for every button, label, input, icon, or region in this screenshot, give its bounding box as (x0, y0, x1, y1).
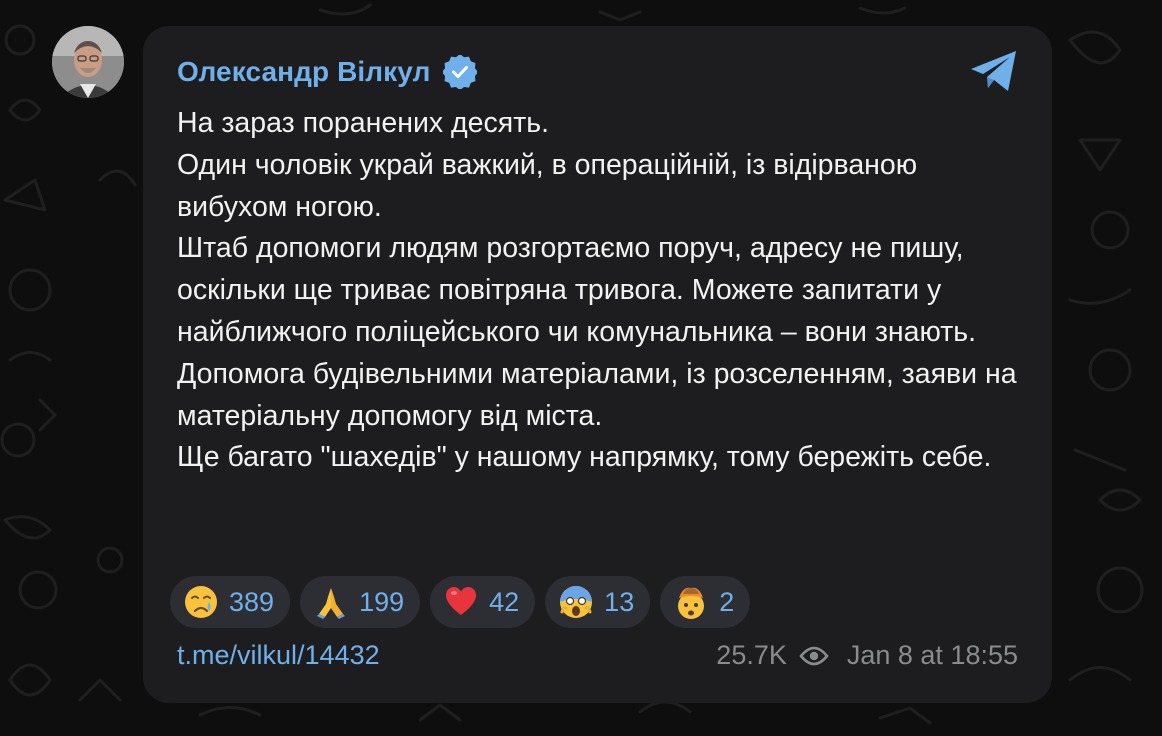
reaction-crying[interactable]: 389 (170, 576, 291, 628)
reaction-count: 42 (489, 586, 520, 617)
telegram-logo-icon[interactable] (968, 48, 1020, 94)
exploding-head-icon (678, 587, 705, 619)
reaction-count: 13 (604, 586, 635, 617)
author-avatar[interactable] (52, 26, 124, 98)
red-heart-icon (446, 587, 477, 615)
post-link[interactable]: t.me/vilkul/14432 (177, 640, 380, 671)
reaction-scream[interactable]: 13 (545, 576, 651, 628)
reaction-pray[interactable]: 199 (300, 576, 421, 628)
message-text: На зараз поранених десять. Один чоловік … (177, 103, 1027, 479)
eye-icon (799, 646, 829, 665)
reactions-bar: 389 199 42 13 2 (170, 576, 751, 628)
post-timestamp: Jan 8 at 18:55 (846, 640, 1018, 670)
reaction-heart[interactable]: 42 (430, 576, 536, 628)
message-paragraph: Допомога будівельними матеріалами, із ро… (177, 357, 1017, 432)
message-paragraph: Один чоловік украй важкий, в операційній… (177, 148, 918, 223)
avatar-photo (52, 26, 124, 98)
reaction-exploding-head[interactable]: 2 (660, 576, 751, 628)
message-paragraph: На зараз поранених десять. (177, 107, 550, 139)
screaming-face-icon (560, 586, 593, 618)
folded-hands-icon (317, 588, 346, 619)
verified-badge-icon (442, 55, 477, 89)
message-bubble: Олександр Вілкул На зараз поранених деся… (143, 26, 1052, 703)
author-row: Олександр Вілкул (177, 52, 477, 92)
post-meta: 25.7K Jan 8 at 18:55 (716, 640, 1018, 671)
message-paragraph: Ще багато "шахедів" у нашому напрямку, т… (177, 441, 992, 474)
reaction-count: 389 (229, 586, 275, 617)
message-paragraph: Штаб допомоги людям розгортаємо поруч, а… (177, 232, 977, 348)
author-name[interactable]: Олександр Вілкул (177, 56, 431, 88)
reaction-count: 199 (359, 586, 405, 617)
crying-face-icon (185, 586, 217, 618)
reaction-count: 2 (719, 586, 735, 617)
view-count: 25.7K (716, 640, 787, 670)
